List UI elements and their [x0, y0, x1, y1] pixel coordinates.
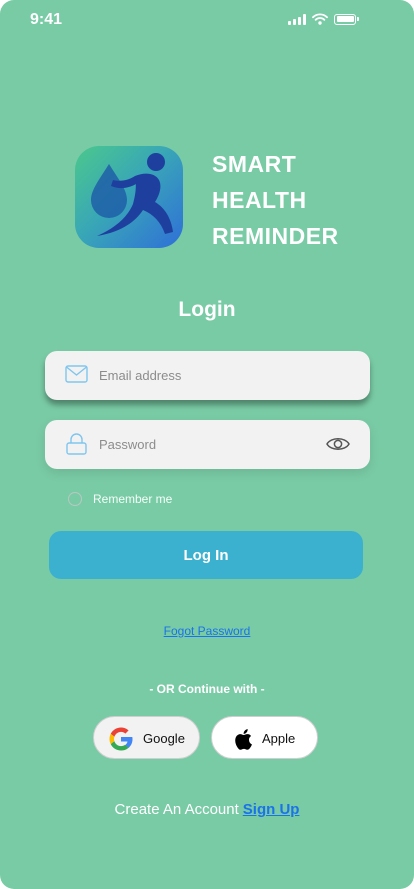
show-password-eye-icon[interactable] — [326, 435, 350, 453]
google-signin-button[interactable]: Google — [93, 716, 200, 759]
apple-icon — [235, 729, 252, 750]
password-input[interactable] — [99, 420, 319, 469]
apple-label: Apple — [262, 731, 296, 746]
signup-link[interactable]: Sign Up — [243, 801, 300, 818]
signal-icon — [288, 13, 306, 25]
google-label: Google — [143, 731, 185, 746]
apple-signin-button[interactable]: Apple — [211, 716, 318, 759]
signup-prompt: Create An Account — [114, 801, 239, 818]
remember-me-label: Remember me — [93, 492, 173, 506]
email-input[interactable] — [99, 351, 319, 400]
login-heading: Login — [178, 298, 236, 321]
google-icon — [109, 727, 133, 751]
remember-me-radio[interactable] — [68, 492, 82, 506]
app-title-line-3: REMINDER — [212, 223, 339, 249]
password-field[interactable] — [45, 420, 370, 469]
wifi-icon — [312, 13, 328, 25]
email-field[interactable] — [45, 351, 370, 400]
mail-icon — [65, 365, 88, 383]
login-screen: 9:41 SMART HEALTH REMINDER Login Email a… — [0, 0, 414, 889]
app-title-line-2: HEALTH — [212, 187, 307, 213]
lock-icon — [66, 433, 87, 455]
app-title: SMART HEALTH REMINDER — [212, 146, 339, 254]
runner-drop-logo-icon — [91, 153, 173, 236]
battery-icon — [334, 13, 359, 25]
status-time: 9:41 — [30, 11, 63, 28]
forgot-password-link[interactable]: Fogot Password — [0, 624, 414, 638]
app-title-line-1: SMART — [212, 151, 297, 177]
or-continue-divider: - OR Continue with - — [149, 682, 265, 696]
app-logo — [75, 146, 183, 248]
login-button[interactable]: Log In — [49, 531, 363, 579]
signup-row: Create An Account Sign Up — [0, 801, 414, 818]
status-icons — [288, 13, 359, 25]
remember-me-option[interactable]: Remember me — [68, 492, 172, 506]
